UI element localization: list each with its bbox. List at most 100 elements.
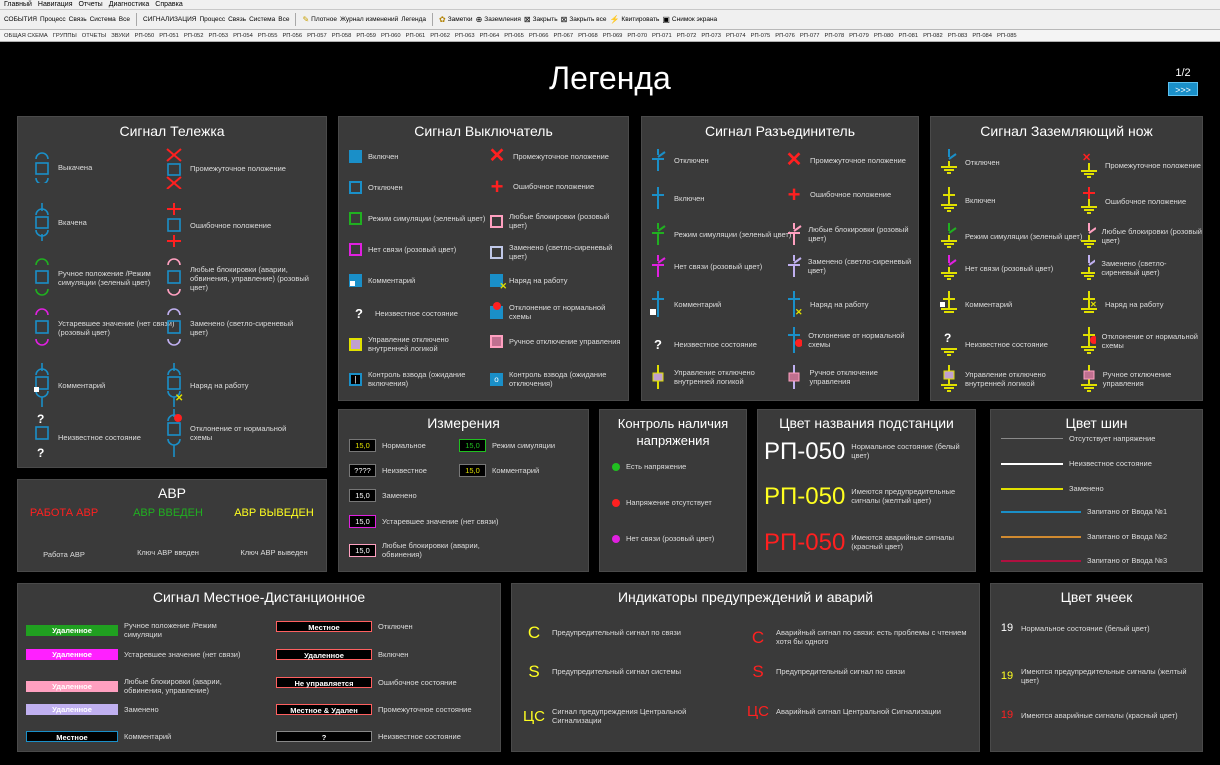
scheme-tab[interactable]: РП-059 [356,33,376,39]
scheme-tab[interactable]: РП-051 [159,33,179,39]
events-system[interactable]: Система [90,16,116,23]
scheme-tab[interactable]: РП-050 [135,33,155,39]
panel-title: Контроль наличия напряжения [617,416,729,448]
scheme-tab[interactable]: РП-057 [307,33,327,39]
scheme-tab[interactable]: РП-062 [430,33,450,39]
ground-unknown-icon: ? [941,331,957,356]
alarms-all[interactable]: Все [278,16,289,23]
scheme-tab[interactable]: РП-076 [775,33,795,39]
menu-item-help[interactable]: Справка [155,1,182,8]
menu-item-reports[interactable]: Отчеты [79,1,103,8]
scheme-tab[interactable]: РП-082 [923,33,943,39]
scheme-tab[interactable]: РП-075 [751,33,771,39]
panel-cell-color: Цвет ячеек 19 Нормальное состояние (белый… [990,583,1203,752]
legend-item: ✕ Наряд на работу [1079,291,1164,317]
legend-label: Промежуточное состояние [378,705,472,714]
alarms-label[interactable]: СИГНАЛИЗАЦИЯ [143,16,196,23]
menu-item-diagnostics[interactable]: Диагностика [109,1,150,8]
legend-label: Комментарий [492,466,540,475]
events-link[interactable]: Связь [69,16,87,23]
events-all[interactable]: Все [119,16,130,23]
legend-item: Любые блокировки (розовый цвет) [490,212,628,230]
scheme-tab[interactable]: РП-069 [603,33,623,39]
legend-label: Отключен [368,183,403,192]
alarms-process[interactable]: Процесс [199,16,225,23]
cart-in-icon [35,203,49,241]
scheme-tab[interactable]: РП-072 [677,33,697,39]
scheme-tab[interactable]: РП-060 [381,33,401,39]
legend-label: Промежуточное положение [1105,160,1201,170]
legend-item: Удаленное Любые блокировки (аварии, обвин… [26,677,244,695]
scheme-tab[interactable]: РП-077 [800,33,820,39]
scheme-tab[interactable]: РП-074 [726,33,746,39]
scheme-tab[interactable]: РП-052 [184,33,204,39]
scheme-tab[interactable]: РП-080 [874,33,894,39]
legend-label: Нет связи (розовый цвет) [626,534,715,543]
legend-label: Промежуточное положение [810,155,906,165]
screenshot-label: Снимок экрана [671,16,718,23]
notes-button[interactable]: ✿ Заметки [439,15,473,24]
scheme-tab[interactable]: РП-067 [553,33,573,39]
legend-item: ЦС Аварийный сигнал Центральной Сигнализа… [746,704,941,719]
legend-item: Любые блокировки (розовый цвет) [1079,223,1202,249]
scheme-tab[interactable]: РП-084 [972,33,992,39]
grounding-button[interactable]: ⊕ Заземления [476,15,521,24]
scheme-tab[interactable]: РП-079 [849,33,869,39]
alarms-system[interactable]: Система [249,16,275,23]
menu-item-navigation[interactable]: Навигация [38,1,73,8]
scheme-tab[interactable]: РП-058 [332,33,352,39]
close-button[interactable]: ⊠ Закрыть [524,15,558,24]
scheme-tab[interactable]: РП-070 [627,33,647,39]
scheme-tab[interactable]: РП-064 [480,33,500,39]
legend-label: Отклонение от нормальной схемы [1101,332,1198,350]
legend-label: Любые блокировки (розовый цвет) [509,212,610,230]
scheme-tab[interactable]: РП-068 [578,33,598,39]
scheme-tab[interactable]: РП-056 [282,33,302,39]
legend-label: Аварийный сигнал по связи: есть проблемы… [776,628,967,646]
events-process[interactable]: Процесс [40,16,66,23]
close-all-button[interactable]: ⊠ Закрыть все [561,15,607,24]
scheme-tab[interactable]: РП-066 [529,33,549,39]
legend-item: Нет связи (розовый цвет) [648,255,762,277]
scheme-tab[interactable]: РП-073 [701,33,721,39]
breaker-no-link-icon [349,243,362,256]
events-label[interactable]: СОБЫТИЯ [4,16,37,23]
plot-button[interactable]: ✎ Плотное [302,15,337,24]
legend-item: Комментарий [648,291,721,317]
scheme-tab[interactable]: РП-085 [997,33,1017,39]
legend-item: Удаленное Устаревшее значение (нет связи) [26,649,240,660]
scheme-tab[interactable]: РП-071 [652,33,672,39]
changelog-button[interactable]: Журнал изменений [340,16,398,23]
scheme-tab[interactable]: РП-061 [406,33,426,39]
cart-intermediate-icon [166,148,182,189]
scheme-tab[interactable]: РП-063 [455,33,475,39]
camera-icon: ▣ [662,15,670,24]
cart-blocked-icon [167,258,181,296]
scheme-tab[interactable]: РП-083 [948,33,968,39]
screenshot-button[interactable]: ▣ Снимок экрана [662,15,717,24]
scheme-tab[interactable]: ОТЧЕТЫ [82,33,106,39]
scheme-tab[interactable]: РП-078 [825,33,845,39]
menu-item-main[interactable]: Главный [4,1,32,8]
scheme-tab[interactable]: ГРУППЫ [53,33,77,39]
disconnector-sim-icon [652,223,666,245]
legend-label: Комментарий [674,299,722,309]
cart-stale-icon [35,308,49,346]
scheme-tab[interactable]: РП-065 [504,33,524,39]
remote-badge: Удаленное [26,624,118,636]
legend-button[interactable]: Легенда [401,16,426,23]
acknowledge-button[interactable]: ⚡ Квитировать [609,15,659,24]
scheme-tab[interactable]: РП-054 [233,33,253,39]
legend-label: Включен [368,152,399,161]
next-page-button[interactable]: >>> [1168,82,1198,96]
legend-label: Нет связи (розовый цвет) [368,245,457,254]
legend-label: Заменено [1069,484,1104,493]
alarms-link[interactable]: Связь [228,16,246,23]
measurement-item: 15,0 Режим симуляции [459,439,555,452]
scheme-tab[interactable]: РП-053 [209,33,229,39]
scheme-tab[interactable]: ЗВУКИ [111,33,129,39]
scheme-tab[interactable]: РП-081 [898,33,918,39]
breaker-comment-icon [349,274,362,287]
scheme-tab[interactable]: РП-055 [258,33,278,39]
scheme-tab[interactable]: ОБЩАЯ СХЕМА [4,33,48,39]
